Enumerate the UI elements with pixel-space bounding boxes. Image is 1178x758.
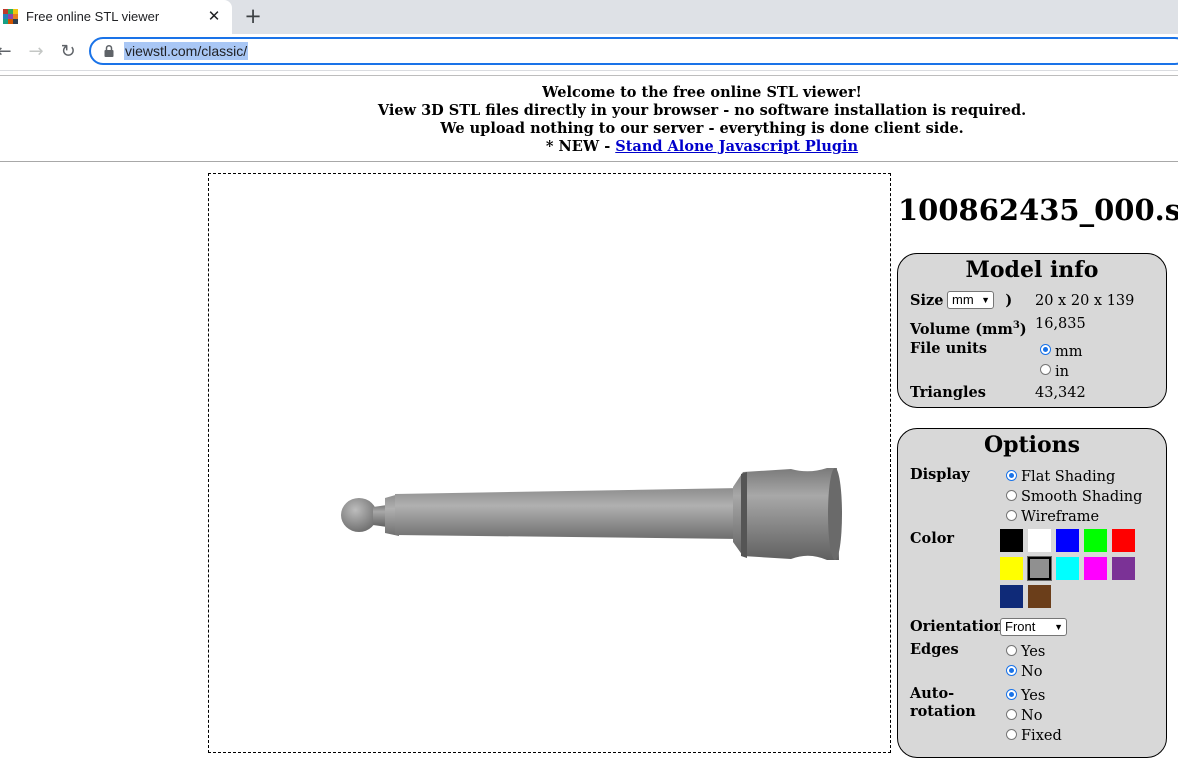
orientation-select[interactable]: Front ▼ <box>1000 618 1067 636</box>
volume-value: 16,835 <box>1035 316 1086 332</box>
options-panel: Options Display Flat Shading Smooth Shad… <box>897 428 1167 758</box>
new-prefix: * NEW - <box>545 138 616 155</box>
edges-yes-label: Yes <box>1021 644 1046 660</box>
smooth-shading-radio[interactable] <box>1006 490 1017 501</box>
color-swatch[interactable] <box>1027 556 1052 581</box>
model-info-title: Model info <box>965 257 1099 283</box>
header-divider <box>0 161 1178 162</box>
autorotation-yes-radio[interactable] <box>1006 689 1017 700</box>
wireframe-radio[interactable] <box>1006 510 1017 521</box>
color-label: Color <box>910 530 955 547</box>
welcome-line-1: Welcome to the free online STL viewer! <box>542 84 862 101</box>
display-label: Display <box>910 466 970 483</box>
edges-yes-radio[interactable] <box>1006 645 1017 656</box>
tab-title: Free online STL viewer <box>26 9 160 24</box>
autorotation-label: Auto-rotation <box>910 685 976 720</box>
close-tab-icon[interactable]: ✕ <box>205 7 223 25</box>
unit-mm-label: mm <box>1055 344 1083 360</box>
edges-label: Edges <box>910 641 959 658</box>
chevron-down-icon: ▼ <box>981 295 990 305</box>
size-value: 20 x 20 x 139 <box>1035 293 1135 309</box>
flat-shading-label: Flat Shading <box>1021 469 1116 485</box>
file-name-title: 100862435_000.stl <box>898 193 1178 227</box>
options-title: Options <box>983 432 1081 458</box>
edges-no-label: No <box>1021 664 1043 680</box>
url-text[interactable]: viewstl.com/classic/ <box>124 42 249 60</box>
color-swatch[interactable] <box>1028 585 1051 608</box>
triangles-value: 43,342 <box>1035 385 1086 401</box>
color-swatch[interactable] <box>1056 529 1079 552</box>
tab-strip: Free online STL viewer ✕ + <box>0 0 1178 34</box>
smooth-shading-label: Smooth Shading <box>1021 489 1143 505</box>
autorotation-fixed-label: Fixed <box>1021 728 1062 744</box>
color-swatch[interactable] <box>1084 557 1107 580</box>
autorotation-no-label: No <box>1021 708 1043 724</box>
stl-viewer-canvas[interactable] <box>208 173 891 753</box>
autorotation-yes-label: Yes <box>1021 688 1046 704</box>
welcome-line-3: We upload nothing to our server - everyt… <box>440 120 964 137</box>
wireframe-label: Wireframe <box>1021 509 1100 525</box>
welcome-header: Welcome to the free online STL viewer! V… <box>0 84 1178 156</box>
color-swatch[interactable] <box>1028 529 1051 552</box>
unit-in-radio[interactable] <box>1040 364 1051 375</box>
chevron-down-icon: ▼ <box>1054 622 1063 632</box>
reload-icon[interactable]: ↻ <box>56 40 80 64</box>
color-swatch[interactable] <box>1000 557 1023 580</box>
site-favicon-icon <box>3 9 18 24</box>
forward-arrow-icon[interactable]: → <box>24 40 48 64</box>
welcome-line-4: * NEW - Stand Alone Javascript Plugin <box>0 138 1178 156</box>
model-info-panel: Model info Size () mm ▼ 20 x 20 x 139 Vol… <box>897 253 1167 408</box>
welcome-line-2: View 3D STL files directly in your brows… <box>377 102 1027 119</box>
autorotation-no-radio[interactable] <box>1006 709 1017 720</box>
orientation-label: Orientation <box>910 618 1005 635</box>
browser-tab[interactable]: Free online STL viewer ✕ <box>0 0 232 34</box>
lock-icon <box>104 44 114 57</box>
size-unit-select[interactable]: mm ▼ <box>947 291 994 309</box>
color-swatch[interactable] <box>1112 557 1135 580</box>
unit-in-label: in <box>1055 364 1069 380</box>
address-bar[interactable]: viewstl.com/classic/ <box>89 37 1178 65</box>
stl-model-render <box>341 468 842 560</box>
divider <box>0 75 1178 76</box>
file-units-label: File units <box>910 340 988 357</box>
back-arrow-icon[interactable]: ← <box>0 40 16 64</box>
plugin-link[interactable]: Stand Alone Javascript Plugin <box>615 138 858 155</box>
new-tab-icon[interactable]: + <box>242 5 264 27</box>
triangles-label: Triangles <box>910 384 986 401</box>
color-swatch[interactable] <box>1084 529 1107 552</box>
color-swatch[interactable] <box>1112 529 1135 552</box>
autorotation-fixed-radio[interactable] <box>1006 729 1017 740</box>
color-swatch[interactable] <box>1000 585 1023 608</box>
volume-label: Volume (mm3) <box>910 320 1027 338</box>
browser-toolbar: ← → ↻ viewstl.com/classic/ <box>0 34 1178 71</box>
flat-shading-radio[interactable] <box>1006 470 1017 481</box>
color-swatch[interactable] <box>1056 557 1079 580</box>
unit-mm-radio[interactable] <box>1040 344 1051 355</box>
edges-no-radio[interactable] <box>1006 665 1017 676</box>
color-swatch[interactable] <box>1000 529 1023 552</box>
